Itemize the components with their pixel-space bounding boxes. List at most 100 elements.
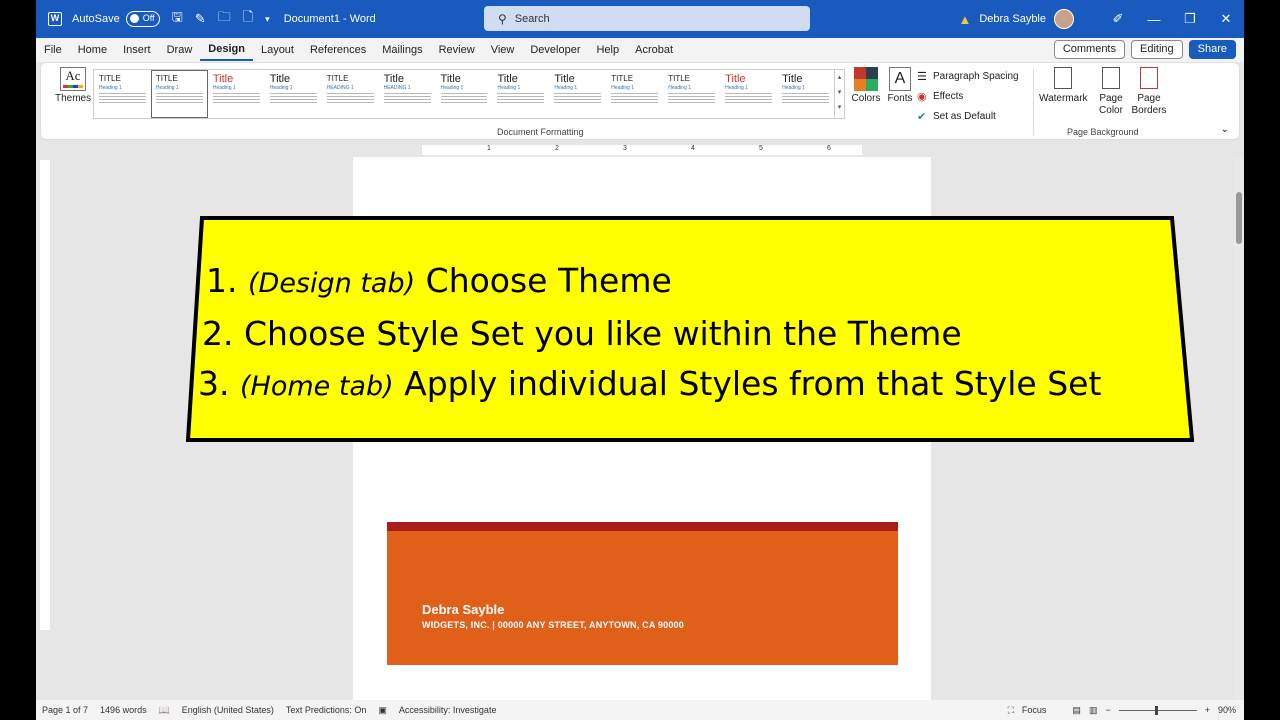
word-count[interactable]: 1496 words bbox=[100, 705, 147, 715]
style-set-title: Title bbox=[554, 73, 575, 85]
tab-draw[interactable]: Draw bbox=[159, 38, 201, 62]
proofing-icon[interactable]: 📖 bbox=[159, 705, 170, 716]
save-icon[interactable]: 🖫 bbox=[172, 8, 183, 30]
style-set-thumbnail[interactable]: Title Heading 1 bbox=[492, 70, 549, 118]
word-app-icon: W bbox=[48, 12, 62, 26]
style-set-thumbnail[interactable]: TITLE HEADING 1 bbox=[322, 70, 379, 118]
title-bar: W AutoSave Off 🖫 ✎ 🗀 🗋 ▾ Document1 - Wor… bbox=[36, 0, 1244, 38]
title-bar-right: ▲ Debra Sayble ✐ — ❐ ✕ bbox=[958, 0, 1244, 38]
themes-icon: Ac bbox=[60, 67, 86, 91]
editing-button[interactable]: Editing bbox=[1131, 40, 1183, 59]
style-set-thumbnail[interactable]: TITLE Heading 1 bbox=[606, 70, 663, 118]
effects-button[interactable]: ◉ Effects bbox=[917, 87, 1019, 107]
tab-view[interactable]: View bbox=[483, 38, 523, 62]
style-set-thumbnail[interactable]: TITLE Heading 1 bbox=[94, 70, 151, 118]
style-set-thumbnail[interactable]: Title Heading 1 bbox=[777, 70, 834, 118]
style-set-thumbnail[interactable]: TITLE Heading 1 bbox=[663, 70, 720, 118]
tab-file[interactable]: File bbox=[36, 38, 70, 62]
style-set-heading: Heading 1 bbox=[212, 85, 236, 91]
tab-help[interactable]: Help bbox=[588, 38, 627, 62]
step-2-text: Choose Style Set you like within the The… bbox=[244, 314, 962, 353]
close-button[interactable]: ✕ bbox=[1208, 11, 1244, 27]
web-layout-icon[interactable]: ▥ bbox=[1089, 705, 1098, 716]
autosave-toggle[interactable]: Off bbox=[125, 11, 160, 27]
style-set-thumbnail[interactable]: Title HEADING 1 bbox=[379, 70, 436, 118]
tab-references[interactable]: References bbox=[302, 38, 374, 62]
document-formatting-label: Document Formatting bbox=[497, 127, 584, 137]
ruler-number: 3 bbox=[623, 145, 627, 152]
tab-layout[interactable]: Layout bbox=[253, 38, 302, 62]
style-set-heading: Heading 1 bbox=[782, 85, 805, 91]
pen-icon[interactable]: ✐ bbox=[1100, 11, 1136, 27]
open-folder-icon[interactable]: 🗀 bbox=[218, 8, 231, 30]
style-set-title: Title bbox=[725, 73, 746, 85]
ruler-numbers: 1 2 3 4 5 6 bbox=[353, 145, 931, 155]
comments-button[interactable]: Comments bbox=[1053, 40, 1125, 59]
page-count[interactable]: Page 1 of 7 bbox=[42, 705, 88, 715]
tab-home[interactable]: Home bbox=[70, 38, 115, 62]
accessibility-status[interactable]: Accessibility: Investigate bbox=[399, 705, 497, 715]
set-as-default-button[interactable]: ✔ Set as Default bbox=[917, 107, 1019, 127]
avatar[interactable] bbox=[1054, 9, 1074, 29]
page-color-icon bbox=[1102, 67, 1120, 89]
zoom-out-button[interactable]: − bbox=[1105, 705, 1110, 715]
page-background-label: Page Background bbox=[1067, 127, 1139, 137]
watermark-button[interactable]: Watermark bbox=[1039, 67, 1088, 105]
style-set-body-lines bbox=[440, 93, 488, 103]
style-set-thumbnail[interactable]: Title Heading 1 bbox=[436, 70, 493, 118]
search-box[interactable]: ⚲ Search bbox=[484, 6, 810, 31]
status-bar-right: ⛶ Focus ▤ ▥ − + 90% bbox=[1008, 700, 1236, 720]
customize-toolbar-icon[interactable]: ▾ bbox=[265, 14, 270, 25]
callout-steps: 1. (Design tab) Choose Theme 2. Choose S… bbox=[198, 256, 1178, 412]
themes-label: Themes bbox=[55, 93, 92, 104]
document-title: Document1 - Word bbox=[283, 13, 376, 25]
colors-button[interactable]: Colors bbox=[851, 67, 881, 104]
text-predictions[interactable]: Text Predictions: On bbox=[286, 705, 367, 715]
step-2-number: 2. bbox=[202, 314, 234, 353]
step-3: 3. (Home tab) Apply individual Styles fr… bbox=[198, 359, 1178, 412]
paragraph-spacing-button[interactable]: ☰ Paragraph Spacing bbox=[917, 67, 1019, 87]
step-1-text: Choose Theme bbox=[425, 261, 672, 300]
language[interactable]: English (United States) bbox=[182, 705, 274, 715]
share-button[interactable]: Share bbox=[1188, 40, 1236, 59]
style-set-heading: Heading 1 bbox=[497, 85, 521, 91]
print-layout-icon[interactable]: ▤ bbox=[1072, 705, 1081, 716]
style-set-thumbnail[interactable]: TITLE Heading 1 bbox=[150, 70, 208, 118]
style-set-thumbnail[interactable]: Title Heading 1 bbox=[265, 70, 322, 118]
vertical-ruler[interactable] bbox=[40, 160, 50, 630]
step-3-number: 3. bbox=[198, 364, 230, 403]
letterhead-banner[interactable]: Debra Sayble WIDGETS, INC. | 00000 ANY S… bbox=[387, 522, 898, 665]
style-set-body-lines bbox=[782, 93, 829, 103]
tab-mailings[interactable]: Mailings bbox=[374, 38, 430, 62]
focus-button[interactable]: Focus bbox=[1022, 705, 1047, 715]
style-set-thumbnail[interactable]: Title Heading 1 bbox=[720, 70, 777, 118]
fonts-button[interactable]: A Fonts bbox=[886, 67, 914, 104]
collapse-ribbon-icon[interactable]: ⌄ bbox=[1221, 124, 1229, 135]
search-icon: ⚲ bbox=[498, 11, 507, 26]
zoom-level[interactable]: 90% bbox=[1218, 705, 1236, 715]
scrollbar-thumb[interactable] bbox=[1236, 192, 1242, 244]
tab-review[interactable]: Review bbox=[431, 38, 483, 62]
zoom-in-button[interactable]: + bbox=[1205, 705, 1210, 715]
macro-icon[interactable]: ▣ bbox=[378, 705, 387, 716]
tab-insert[interactable]: Insert bbox=[115, 38, 159, 62]
format-icon[interactable]: ✎ bbox=[195, 11, 206, 27]
user-name[interactable]: Debra Sayble bbox=[979, 13, 1046, 25]
themes-button[interactable]: Ac Themes bbox=[55, 67, 91, 104]
warning-icon[interactable]: ▲ bbox=[958, 12, 971, 27]
new-document-icon[interactable]: 🗋 bbox=[243, 8, 253, 30]
checkmark-icon: ✔ bbox=[917, 111, 927, 123]
zoom-slider[interactable] bbox=[1118, 705, 1197, 715]
tab-design[interactable]: Design bbox=[200, 39, 253, 61]
tab-developer[interactable]: Developer bbox=[522, 38, 588, 62]
focus-icon[interactable]: ⛶ bbox=[1008, 705, 1014, 716]
style-set-thumbnail[interactable]: Title Heading 1 bbox=[208, 70, 265, 118]
page-borders-button[interactable]: Page Borders bbox=[1125, 67, 1173, 117]
minimize-button[interactable]: — bbox=[1136, 12, 1172, 27]
style-set-heading: HEADING 1 bbox=[383, 85, 411, 91]
gallery-scroll[interactable]: ▴ ▾ ▾ bbox=[833, 70, 844, 118]
restore-button[interactable]: ❐ bbox=[1172, 11, 1208, 27]
tab-acrobat[interactable]: Acrobat bbox=[627, 38, 681, 62]
style-set-thumbnail[interactable]: Title Heading 1 bbox=[549, 70, 606, 118]
page-color-label: Page Color bbox=[1099, 93, 1123, 116]
